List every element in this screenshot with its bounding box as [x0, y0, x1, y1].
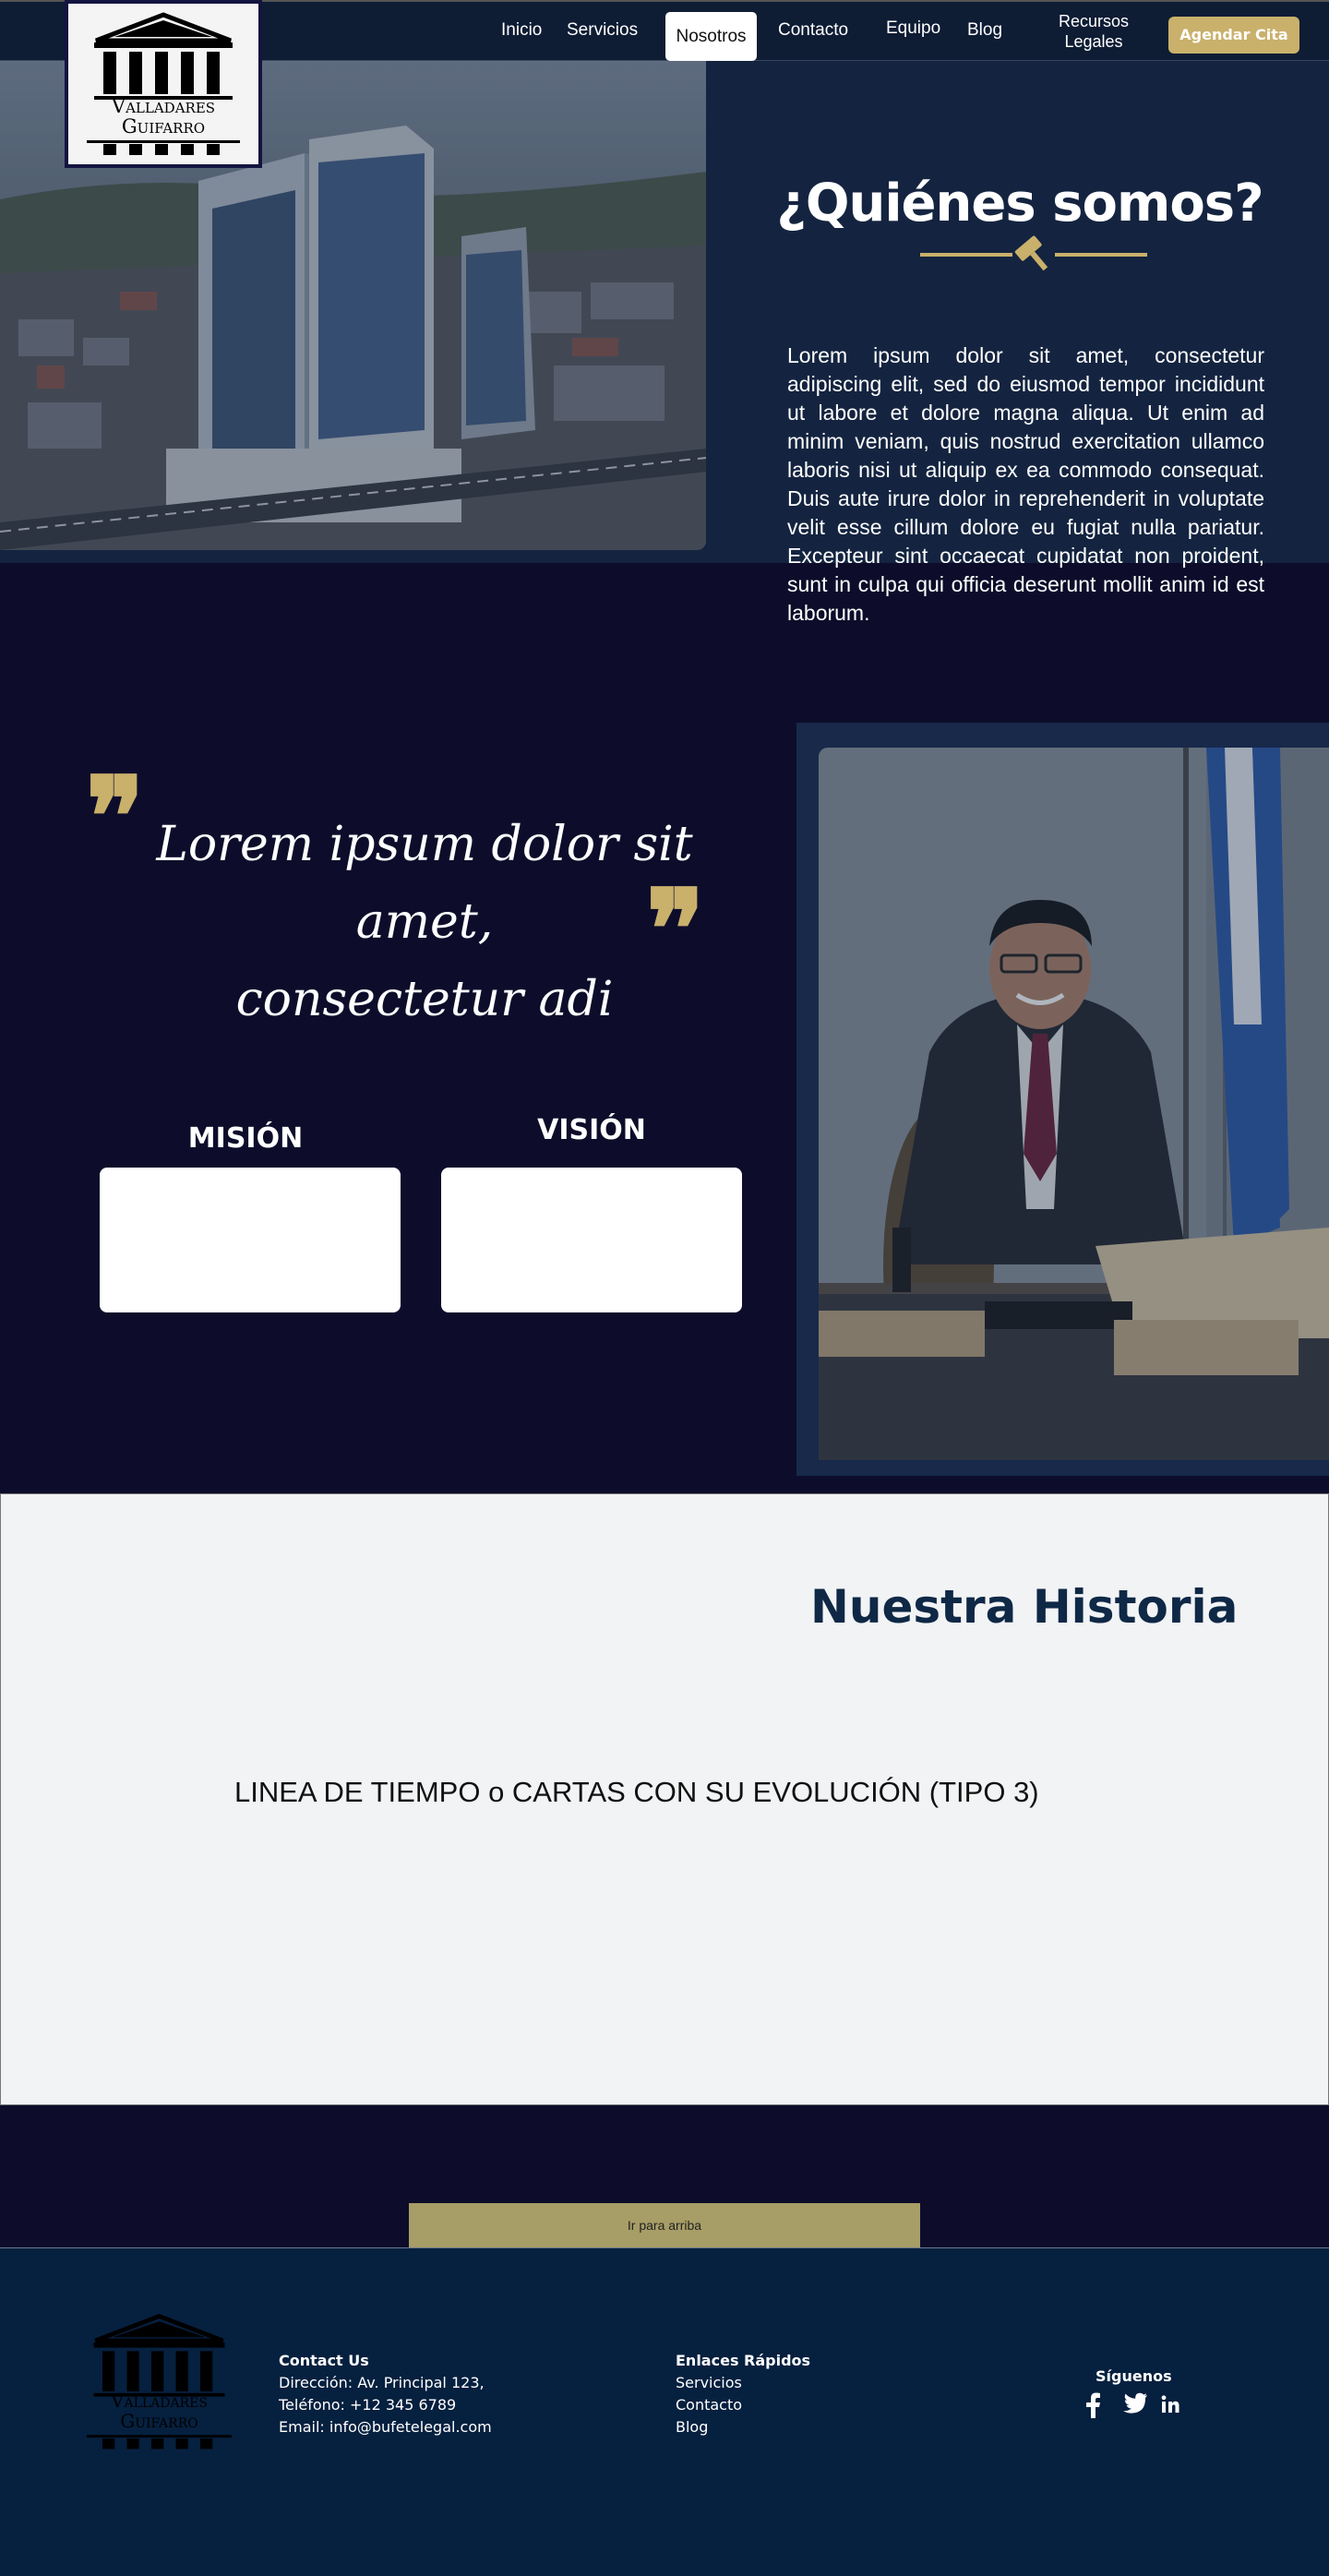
footer-link-blog[interactable]: Blog: [676, 2418, 708, 2436]
close-quote-icon: ❞: [646, 865, 705, 993]
brand-name-line1: Valladares: [111, 95, 216, 117]
gavel-divider-icon: [920, 235, 1147, 271]
nav-link-inicio[interactable]: Inicio: [501, 20, 542, 41]
nav-recursos-line2: Legales: [1064, 32, 1123, 51]
nav-recursos-line1: Recursos: [1058, 12, 1130, 30]
contact-email: Email: info@bufetelegal.com: [279, 2418, 492, 2436]
mision-card: [100, 1168, 401, 1312]
mision-title: MISIÓN: [187, 1122, 304, 1155]
about-title: ¿Quiénes somos?: [776, 174, 1263, 234]
nav-link-contacto[interactable]: Contacto: [778, 20, 848, 41]
back-to-top-button[interactable]: Ir para arriba: [409, 2203, 920, 2247]
lawyer-portrait-photo: [819, 748, 1329, 1460]
brand-logo[interactable]: Valladares Guifarro: [65, 0, 262, 168]
nav-link-equipo[interactable]: Equipo: [886, 18, 940, 39]
nav-link-recursos-legales[interactable]: Recursos Legales: [1038, 11, 1149, 52]
temple-logo-icon: [86, 2313, 233, 2450]
contact-address: Dirección: Av. Principal 123,: [279, 2374, 485, 2391]
temple-logo-icon: [87, 12, 240, 155]
vision-title: VISIÓN: [537, 1114, 646, 1146]
quick-links-heading: Enlaces Rápidos: [676, 2352, 811, 2369]
brand-name-line2: Guifarro: [121, 115, 206, 138]
footer-brand-line1: Valladares: [111, 2390, 208, 2412]
timeline-placeholder: LINEA DE TIEMPO o CARTAS CON SU EVOLUCIÓ…: [234, 1776, 1039, 1808]
nav-link-nosotros[interactable]: Nosotros: [665, 12, 757, 61]
nav-link-servicios[interactable]: Servicios: [567, 20, 638, 41]
historia-title: Nuestra Historia: [810, 1580, 1239, 1634]
brand-name: Valladares Guifarro: [68, 96, 258, 137]
nav-link-blog[interactable]: Blog: [967, 20, 1002, 41]
facebook-icon[interactable]: [1084, 2392, 1102, 2418]
contact-heading: Contact Us: [279, 2352, 369, 2369]
about-paragraph: Lorem ipsum dolor sit amet, consectetur …: [787, 343, 1264, 625]
vision-card: [441, 1168, 742, 1312]
agendar-cita-button[interactable]: Agendar Cita: [1168, 17, 1299, 54]
footer-brand-name: Valladares Guifarro: [69, 2390, 249, 2431]
linkedin-icon[interactable]: [1161, 2395, 1179, 2414]
social-heading: Síguenos: [1096, 2367, 1172, 2385]
footer-link-contacto[interactable]: Contacto: [676, 2396, 742, 2414]
contact-phone: Teléfono: +12 345 6789: [279, 2396, 457, 2414]
twitter-icon[interactable]: [1122, 2392, 1148, 2414]
footer-brand-line2: Guifarro: [120, 2410, 198, 2432]
footer-link-servicios[interactable]: Servicios: [676, 2374, 742, 2391]
footer-logo: Valladares Guifarro: [69, 2306, 249, 2458]
